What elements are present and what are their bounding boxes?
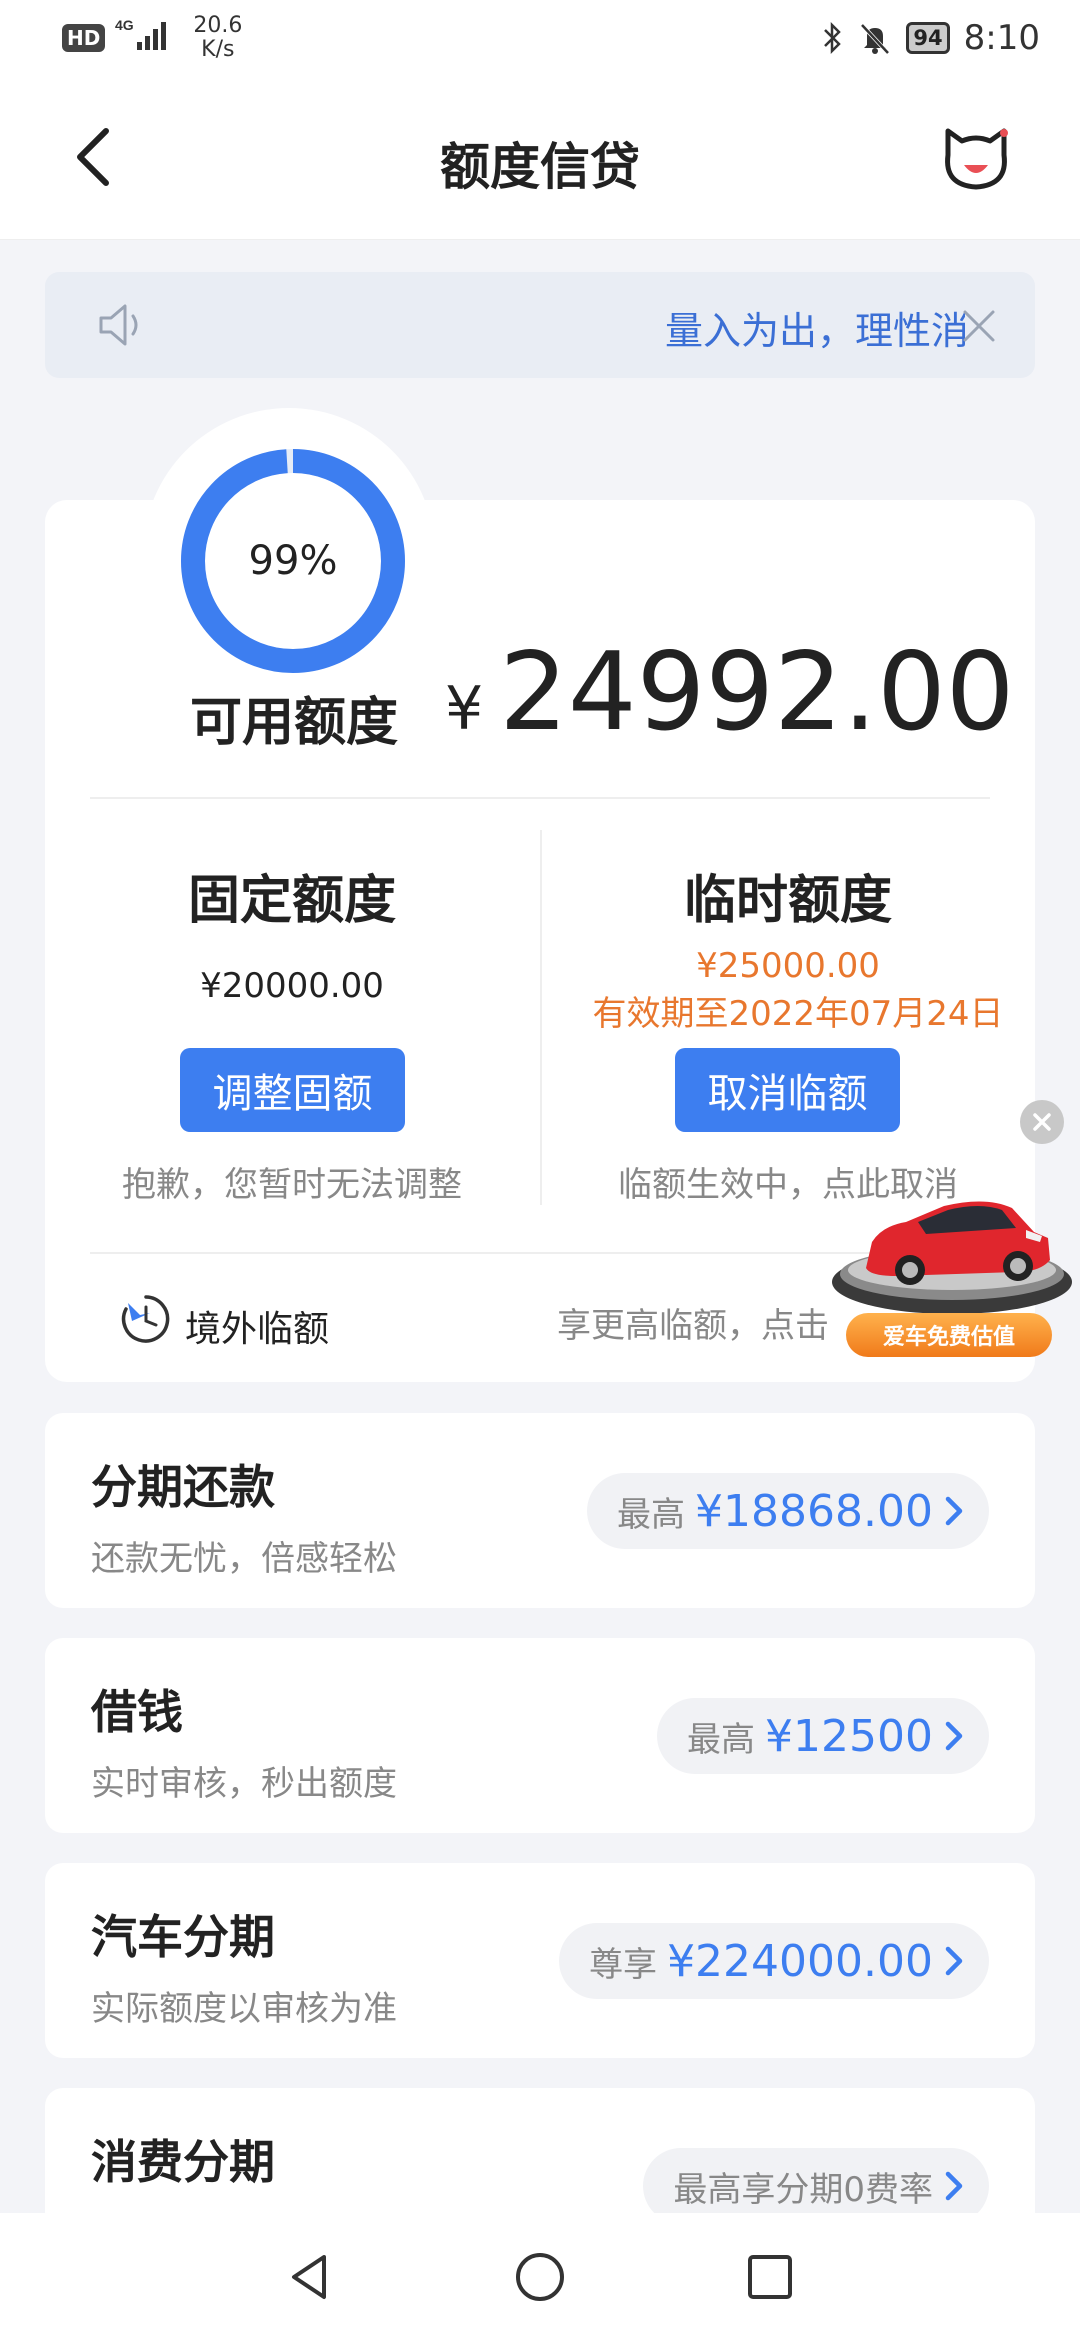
product-card-installment-repay[interactable]: 分期还款 还款无忧，倍感轻松 最高 ¥18868.00 (45, 1413, 1035, 1608)
speaker-icon (99, 304, 138, 346)
status-left: HD 4G 20.6 K/s (62, 14, 242, 62)
available-amount-value: 24992.00 (499, 630, 1015, 755)
chevron-right-icon (945, 1946, 963, 1976)
limit-prefix: 最高 (617, 1494, 686, 1535)
promo-close-button[interactable] (1020, 1100, 1064, 1144)
net-speed-value: 20.6 (193, 13, 243, 38)
product-name: 汽车分期 (91, 1910, 275, 1964)
car-valuation-label[interactable]: 爱车免费估值 (846, 1313, 1052, 1357)
status-bar: HD 4G 20.6 K/s 94 8:10 (0, 0, 1080, 75)
net-speed: 20.6 K/s (193, 14, 242, 62)
network-type: 4G (115, 17, 134, 33)
page-title: 额度信贷 (440, 138, 640, 196)
notice-text: 量入为出，理性消费 (665, 309, 965, 353)
mascot-icon[interactable] (942, 125, 1010, 191)
signal-icon: 4G (115, 17, 167, 50)
temp-credit-validity: 有效期至2022年07月24日 (592, 994, 1004, 1034)
app-header: 额度信贷 (0, 75, 1080, 240)
notice-banner[interactable]: 量入为出，理性消费 (45, 272, 1035, 378)
product-name: 消费分期 (91, 2135, 275, 2189)
bluetooth-icon (824, 21, 842, 55)
product-card-car-installment[interactable]: 汽车分期 实际额度以审核为准 尊享 ¥224000.00 (45, 1863, 1035, 2058)
usage-percent: 99% (248, 538, 338, 584)
limit-amount: ¥224000.00 (667, 1935, 933, 1987)
limit-amount: ¥18868.00 (695, 1485, 933, 1537)
available-credit-label: 可用额度 (190, 693, 399, 753)
available-credit-amount: ¥ 24992.00 (445, 630, 1015, 755)
close-icon[interactable] (961, 308, 997, 344)
chevron-right-icon (945, 1721, 963, 1751)
product-limit-pill[interactable]: 最高 ¥12500 (657, 1698, 989, 1774)
limit-prefix: 尊享 (589, 1944, 658, 1985)
temp-credit-title: 临时额度 (683, 871, 892, 931)
product-name: 借钱 (91, 1685, 183, 1739)
currency-symbol: ¥ (445, 674, 484, 744)
product-desc: 还款无忧，倍感轻松 (91, 1539, 397, 1579)
product-desc: 实时审核，秒出额度 (91, 1764, 397, 1804)
chevron-right-icon (945, 1496, 963, 1526)
overseas-credit-label[interactable]: 境外临额 (185, 1300, 329, 1352)
close-icon (1033, 1113, 1051, 1131)
limit-amount: ¥12500 (765, 1710, 933, 1762)
nav-recents-icon[interactable] (744, 2251, 796, 2303)
plane-clock-icon (121, 1295, 170, 1343)
cancel-temp-credit-button[interactable]: 取消临额 (675, 1048, 900, 1132)
column-divider (540, 830, 542, 1205)
product-desc: 实际额度以审核为准 (91, 1989, 397, 2029)
adjust-fixed-credit-button[interactable]: 调整固额 (180, 1048, 405, 1132)
divider (90, 797, 990, 799)
fixed-credit-amount: ¥20000.00 (200, 966, 384, 1006)
nav-home-icon[interactable] (514, 2251, 566, 2303)
fixed-credit-note: 抱歉，您暂时无法调整 (122, 1165, 462, 1205)
product-limit-pill[interactable]: 尊享 ¥224000.00 (559, 1923, 989, 1999)
product-name: 分期还款 (91, 1460, 275, 1514)
chevron-right-icon (945, 2171, 963, 2201)
nav-back-icon[interactable] (284, 2251, 336, 2303)
mute-bell-icon (860, 23, 890, 55)
hd-badge: HD (62, 24, 106, 52)
fixed-credit-title: 固定额度 (187, 871, 396, 931)
status-right: 94 8:10 (822, 14, 1040, 62)
limit-prefix: 最高 (687, 1719, 756, 1760)
system-nav-bar (0, 2213, 1080, 2340)
limit-prefix: 最高享分期0费率 (673, 2169, 933, 2210)
net-speed-unit: K/s (201, 37, 235, 62)
battery-indicator: 94 (906, 22, 950, 54)
product-card-borrow[interactable]: 借钱 实时审核，秒出额度 最高 ¥12500 (45, 1638, 1035, 1833)
overseas-credit-hint[interactable]: 享更高临额，点击 (557, 1298, 829, 1347)
clock: 8:10 (963, 18, 1040, 58)
temp-credit-amount: ¥25000.00 (696, 946, 880, 986)
product-limit-pill[interactable]: 最高 ¥18868.00 (587, 1473, 989, 1549)
